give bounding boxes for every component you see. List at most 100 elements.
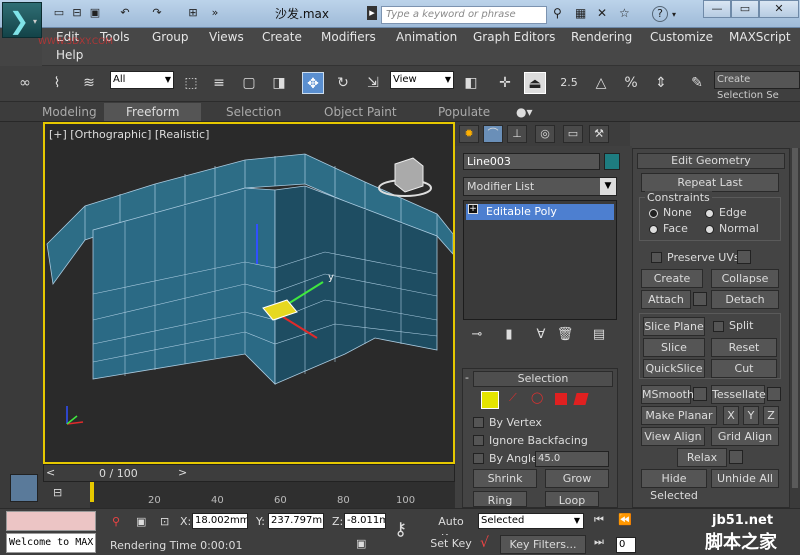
- utilities-tab-icon[interactable]: ⚒: [589, 125, 609, 143]
- keyboard-shortcut-override-icon[interactable]: ⏏: [524, 72, 546, 94]
- app-logo[interactable]: ❯ ▾: [2, 2, 42, 38]
- track-bar-toggle[interactable]: ⊟: [43, 482, 90, 508]
- select-and-move-icon[interactable]: ✥: [302, 72, 324, 94]
- attach-list-icon[interactable]: [693, 292, 707, 306]
- select-and-rotate-icon[interactable]: ↻: [332, 72, 354, 94]
- viewport-label[interactable]: [+] [Orthographic] [Realistic]: [49, 128, 209, 141]
- collapse-button[interactable]: Collapse: [711, 269, 779, 288]
- select-manipulate-icon[interactable]: ✛: [494, 72, 516, 94]
- add-time-tag-icon[interactable]: ▣: [356, 537, 366, 550]
- slice-plane-button[interactable]: Slice Plane: [643, 317, 705, 336]
- menu-group[interactable]: Group: [152, 30, 189, 44]
- menu-help[interactable]: Help: [56, 48, 83, 62]
- time-slider[interactable]: < 0 / 100 >: [43, 464, 455, 482]
- menu-rendering[interactable]: Rendering: [571, 30, 632, 44]
- spinner-snap-icon[interactable]: ⇕: [650, 72, 672, 94]
- object-name-field[interactable]: Line003: [463, 153, 600, 170]
- absolute-mode-icon[interactable]: ⊡: [160, 515, 169, 528]
- select-object-icon[interactable]: ⬚: [180, 72, 202, 94]
- tessellate-button[interactable]: Tessellate: [711, 385, 766, 404]
- select-and-scale-icon[interactable]: ⇲: [362, 72, 384, 94]
- constraint-none-radio[interactable]: [649, 209, 658, 218]
- undo-icon[interactable]: ↶: [118, 6, 132, 20]
- reset-plane-button[interactable]: Reset Plane: [711, 338, 777, 371]
- display-tab-icon[interactable]: ▭: [563, 125, 583, 143]
- element-mode-icon[interactable]: [573, 393, 589, 405]
- help-dropdown-icon[interactable]: ▾: [672, 10, 676, 19]
- make-unique-icon[interactable]: ∀: [532, 327, 550, 342]
- rollout-collapse-icon[interactable]: -: [465, 371, 469, 384]
- shrink-button[interactable]: Shrink: [473, 469, 537, 488]
- planar-x-button[interactable]: X: [723, 406, 739, 425]
- tab-selection[interactable]: Selection: [226, 105, 281, 119]
- auto-key-button[interactable]: Auto Key: [428, 513, 474, 545]
- menu-create[interactable]: Create: [262, 30, 302, 44]
- scrollbar-thumb[interactable]: [792, 148, 798, 488]
- motion-tab-icon[interactable]: ◎: [535, 125, 555, 143]
- select-by-name-icon[interactable]: ≡: [208, 72, 230, 94]
- x-coord-field[interactable]: 18.002mm: [192, 513, 248, 529]
- expand-plus-icon[interactable]: +: [468, 204, 478, 214]
- planar-z-button[interactable]: Z: [763, 406, 779, 425]
- mini-curve-editor-icon[interactable]: [10, 474, 38, 502]
- constraint-normal-radio[interactable]: [705, 225, 714, 234]
- object-color-swatch[interactable]: [604, 153, 620, 170]
- ignore-backfacing-checkbox[interactable]: [473, 435, 484, 446]
- set-key-button[interactable]: Set Key: [428, 535, 474, 554]
- relax-button[interactable]: Relax: [677, 448, 727, 467]
- preserve-uvs-settings-icon[interactable]: [737, 250, 751, 264]
- cut-button[interactable]: Cut: [711, 359, 777, 378]
- constraint-edge-radio[interactable]: [705, 209, 714, 218]
- tab-freeform[interactable]: Freeform: [104, 103, 202, 121]
- modify-tab-icon[interactable]: ⌒: [483, 125, 503, 143]
- unlink-icon[interactable]: ⌇: [46, 72, 68, 94]
- unhide-all-button[interactable]: Unhide All: [711, 469, 779, 488]
- y-coord-field[interactable]: 237.797mm: [268, 513, 324, 529]
- vertex-mode-icon[interactable]: [481, 391, 499, 409]
- menu-animation[interactable]: Animation: [396, 30, 457, 44]
- project-folder-icon[interactable]: ⊞: [186, 6, 200, 20]
- quickslice-button[interactable]: QuickSlice: [643, 359, 705, 378]
- loop-button[interactable]: Loop: [545, 491, 599, 507]
- relax-settings-icon[interactable]: [729, 450, 743, 464]
- modifier-list-dropdown[interactable]: Modifier List ▼: [463, 177, 617, 196]
- z-coord-field[interactable]: -8.011m: [344, 513, 386, 529]
- key-icon[interactable]: ⚷: [394, 519, 407, 540]
- stack-item-editable-poly[interactable]: Editable Poly: [466, 204, 614, 220]
- angle-snap-icon[interactable]: △: [590, 72, 612, 94]
- menu-graph-editors[interactable]: Graph Editors: [473, 30, 555, 44]
- grid-align-button[interactable]: Grid Align: [711, 427, 779, 446]
- show-end-result-icon[interactable]: ▮: [500, 327, 518, 342]
- menu-maxscript[interactable]: MAXScript: [729, 30, 791, 44]
- command-panel-scrollbar[interactable]: [790, 148, 800, 508]
- polygon-mode-icon[interactable]: [555, 393, 567, 405]
- rectangular-selection-icon[interactable]: ▢: [238, 72, 260, 94]
- communication-icon[interactable]: ▦: [575, 6, 586, 20]
- create-tab-icon[interactable]: ✹: [459, 125, 479, 143]
- percent-snap-icon[interactable]: %: [620, 72, 642, 94]
- ribbon-options-icon[interactable]: ●▾: [516, 105, 533, 119]
- edit-named-selection-icon[interactable]: ✎: [686, 72, 708, 94]
- reference-coordinate-dropdown[interactable]: View ▼: [390, 71, 454, 89]
- pivot-center-icon[interactable]: ◧: [460, 72, 482, 94]
- detach-button[interactable]: Detach: [711, 290, 779, 309]
- view-align-button[interactable]: View Align: [641, 427, 705, 446]
- pin-icon[interactable]: ⚲: [112, 515, 120, 528]
- key-filters-button[interactable]: Key Filters...: [500, 535, 586, 554]
- preserve-uvs-checkbox[interactable]: [651, 252, 662, 263]
- expand-icon[interactable]: ▸: [367, 6, 377, 20]
- time-prev-button[interactable]: <: [46, 466, 55, 479]
- tab-populate[interactable]: Populate: [438, 105, 490, 119]
- constraint-face-radio[interactable]: [649, 225, 658, 234]
- select-link-icon[interactable]: ∞: [14, 72, 36, 94]
- grow-button[interactable]: Grow: [545, 469, 609, 488]
- edge-mode-icon[interactable]: ⟋: [509, 391, 517, 405]
- msmooth-settings-icon[interactable]: [693, 387, 707, 401]
- attach-button[interactable]: Attach: [641, 290, 691, 309]
- by-angle-checkbox[interactable]: [473, 453, 484, 464]
- configure-sets-icon[interactable]: ▤: [590, 327, 608, 342]
- make-planar-button[interactable]: Make Planar: [641, 406, 717, 425]
- more-icon[interactable]: »: [208, 6, 222, 20]
- repeat-last-button[interactable]: Repeat Last: [641, 173, 779, 192]
- msmooth-button[interactable]: MSmooth: [641, 385, 694, 404]
